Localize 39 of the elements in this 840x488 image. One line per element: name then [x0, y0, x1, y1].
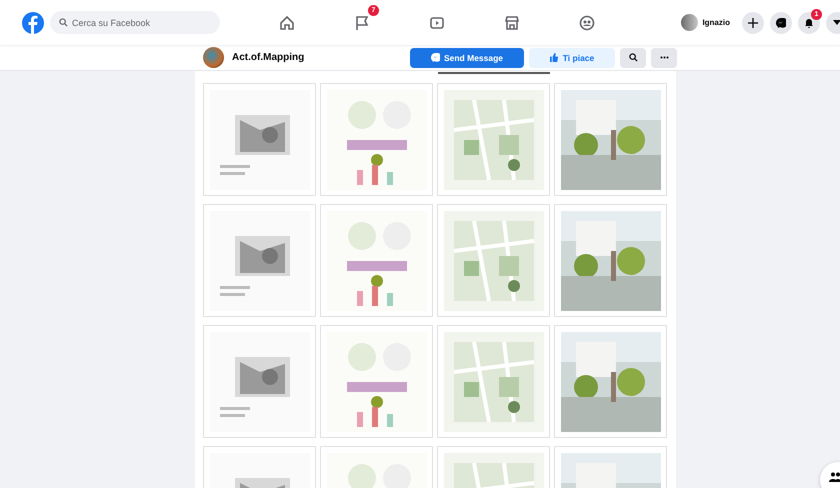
photo-tile[interactable]: [554, 204, 667, 317]
photo-tile[interactable]: [320, 325, 433, 438]
photo-tile[interactable]: [203, 204, 316, 317]
send-message-button[interactable]: Send Message: [410, 48, 524, 68]
avatar: [681, 14, 698, 31]
more-button[interactable]: [651, 48, 677, 68]
profile-chip[interactable]: Ignazio: [679, 12, 736, 33]
like-button[interactable]: Ti piace: [529, 48, 615, 68]
messenger-icon[interactable]: [776, 18, 786, 28]
photo-tile[interactable]: [554, 325, 667, 438]
home-icon[interactable]: [279, 14, 295, 30]
flag-icon[interactable]: [354, 14, 370, 30]
store-icon[interactable]: [504, 14, 520, 30]
page-avatar[interactable]: [203, 47, 224, 68]
photo-tile[interactable]: [320, 83, 433, 196]
user-name: Ignazio: [702, 18, 730, 27]
people-icon: [829, 472, 840, 482]
photo-tile[interactable]: [437, 204, 550, 317]
page-name[interactable]: Act.of.Mapping: [232, 52, 410, 63]
search-icon: [628, 53, 638, 62]
photo-tile[interactable]: [437, 325, 550, 438]
photo-tile[interactable]: [203, 325, 316, 438]
bell-icon[interactable]: [804, 18, 814, 28]
search-icon: [59, 18, 68, 27]
plus-icon[interactable]: [748, 18, 758, 28]
messenger-button[interactable]: [770, 12, 792, 34]
photo-tile[interactable]: [203, 83, 316, 196]
search-button[interactable]: [620, 48, 646, 68]
thumbs-up-icon: [550, 53, 559, 62]
search-field[interactable]: Cerca su Facebook: [50, 11, 220, 34]
messenger-icon: [430, 53, 440, 62]
caret-icon[interactable]: [833, 20, 840, 26]
video-icon[interactable]: [429, 14, 445, 30]
photo-tile[interactable]: [554, 83, 667, 196]
more-icon: [660, 56, 668, 59]
facebook-logo-icon[interactable]: [22, 12, 44, 34]
plus-button[interactable]: [742, 12, 764, 34]
photo-tile[interactable]: [437, 83, 550, 196]
photo-tile[interactable]: [320, 204, 433, 317]
